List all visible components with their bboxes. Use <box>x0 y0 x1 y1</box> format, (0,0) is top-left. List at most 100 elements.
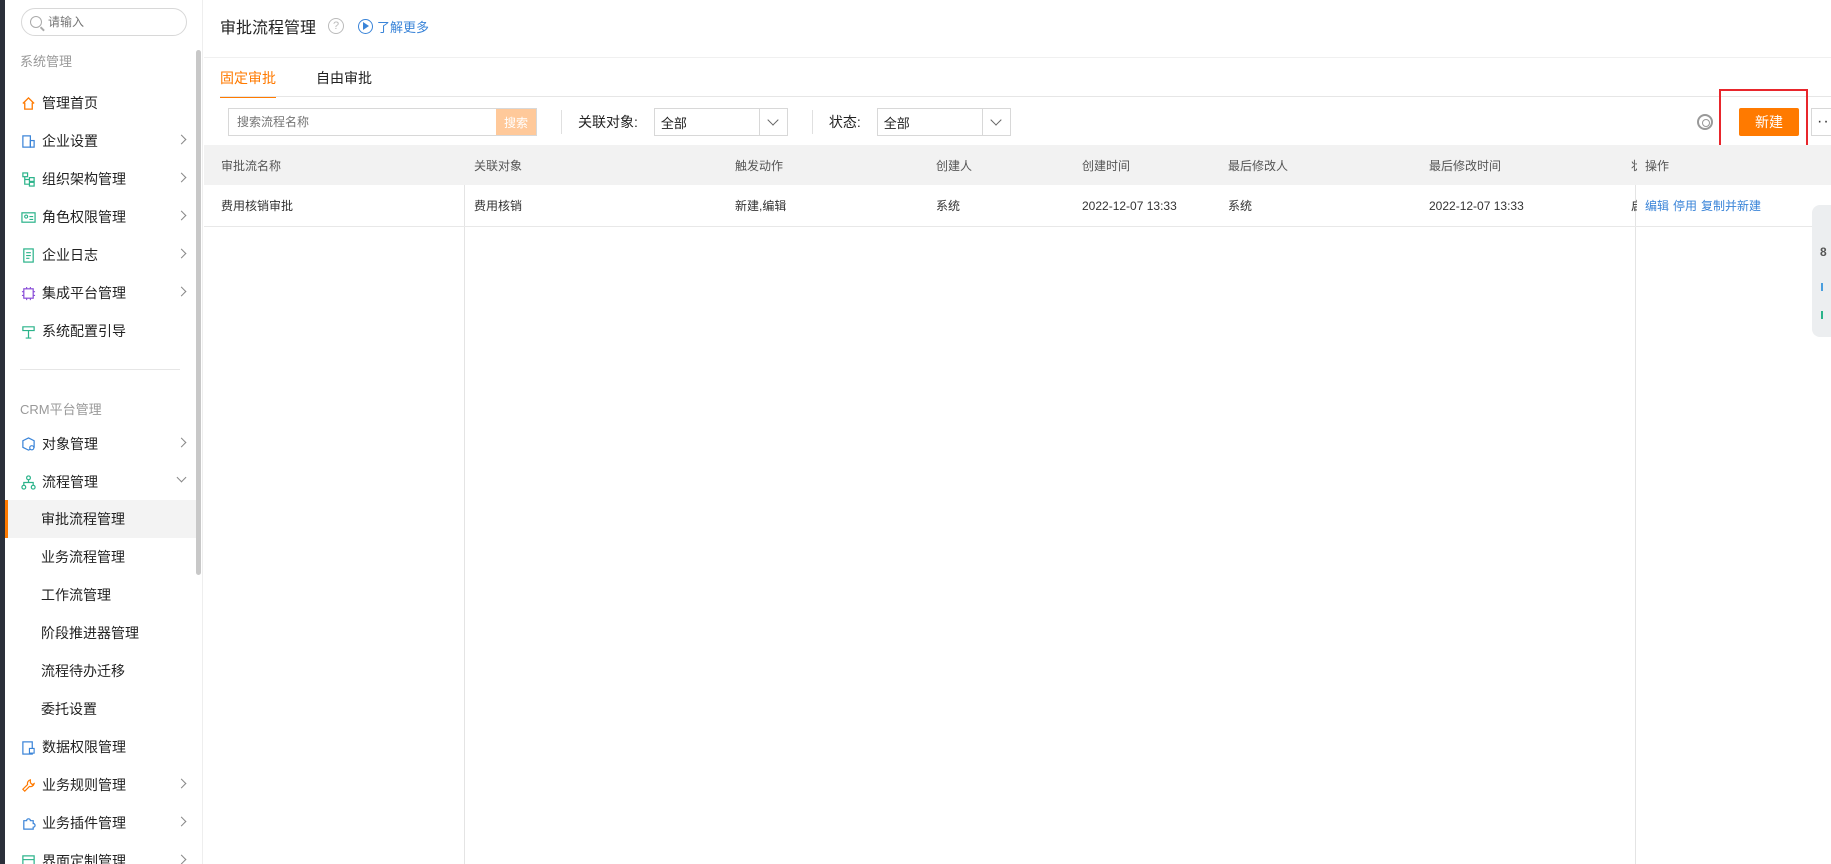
tabs-divider <box>220 96 1831 97</box>
floating-side-panel[interactable]: 8 <box>1812 205 1831 337</box>
sidebar-item-label: 集成平台管理 <box>42 285 126 301</box>
sidebar-item-flow-mgmt[interactable]: 流程管理 <box>5 463 197 501</box>
layout-icon <box>20 853 36 864</box>
sidebar-item-plugins[interactable]: 业务插件管理 <box>5 804 197 842</box>
cell-creator: 系统 <box>936 199 961 213</box>
col-header-name: 审批流名称 <box>221 158 282 173</box>
sidebar-item-config-guide[interactable]: 系统配置引导 <box>5 312 197 350</box>
sidebar-item-business-rules[interactable]: 业务规则管理 <box>5 766 197 804</box>
wrench-icon <box>20 777 36 793</box>
sidebar-item-org[interactable]: 组织架构管理 <box>5 160 197 198</box>
status-select[interactable]: 全部 <box>876 108 1011 136</box>
chevron-right-icon <box>176 134 187 145</box>
float-panel-marker <box>1821 283 1823 291</box>
sidebar-item-roles[interactable]: 角色权限管理 <box>5 198 197 236</box>
page-title: 审批流程管理 <box>220 20 317 37</box>
building-icon <box>20 133 36 149</box>
chevron-down-icon <box>758 109 787 135</box>
gear-icon[interactable] <box>1697 114 1713 130</box>
sidebar-item-delegation[interactable]: 委托设置 <box>5 690 197 728</box>
col-header-creator: 创建人 <box>936 158 973 173</box>
cell-object: 费用核销 <box>474 199 523 213</box>
sidebar-item-label: 组织架构管理 <box>42 171 126 187</box>
sidebar-search[interactable] <box>21 8 187 36</box>
home-icon <box>20 95 36 111</box>
chevron-down-icon <box>981 109 1010 135</box>
approval-flow-table: 审批流名称 关联对象 触发动作 创建人 创建时间 最后修改人 最后修改时间 状 … <box>204 145 1831 227</box>
search-icon <box>30 16 42 28</box>
col-header-modified: 最后修改时间 <box>1429 158 1502 173</box>
sidebar-item-approval-flow[interactable]: 审批流程管理 <box>5 500 197 538</box>
cell-status: 启 <box>1631 197 1637 214</box>
toolbar-divider <box>811 110 813 134</box>
edit-link[interactable]: 编辑 <box>1645 199 1669 213</box>
table-row: 费用核销审批 费用核销 新建,编辑 系统 2022-12-07 13:33 系统… <box>204 185 1831 227</box>
sidebar-item-label: 阶段推进器管理 <box>41 625 139 641</box>
help-icon[interactable]: ? <box>328 18 345 34</box>
sidebar-item-label: 角色权限管理 <box>42 209 126 225</box>
status-label: 状态: <box>828 114 861 130</box>
tab-free-approval[interactable]: 自由审批 <box>316 68 372 98</box>
sidebar-item-ui-custom[interactable]: 界面定制管理 <box>5 842 197 864</box>
chevron-right-icon <box>176 854 187 864</box>
search-button[interactable]: 搜索 <box>496 109 536 135</box>
chevron-right-icon <box>176 210 187 221</box>
sidebar-search-input[interactable] <box>48 15 168 29</box>
col-header-trigger: 触发动作 <box>735 158 784 173</box>
col-header-created: 创建时间 <box>1082 158 1131 173</box>
sidebar-item-integration[interactable]: 集成平台管理 <box>5 274 197 312</box>
signpost-icon <box>20 323 36 339</box>
sidebar-item-workflow[interactable]: 工作流管理 <box>5 576 197 614</box>
learn-more-label: 了解更多 <box>377 19 430 35</box>
sidebar-item-data-permission[interactable]: 数据权限管理 <box>5 728 197 766</box>
sidebar-item-enterprise-log[interactable]: 企业日志 <box>5 236 197 274</box>
sidebar-item-label: 界面定制管理 <box>42 853 126 864</box>
puzzle-icon <box>20 815 36 831</box>
sidebar-item-business-flow[interactable]: 业务流程管理 <box>5 538 197 576</box>
tab-fixed-approval[interactable]: 固定审批 <box>220 68 276 98</box>
chevron-right-icon <box>176 437 187 448</box>
cell-name: 费用核销审批 <box>221 199 294 213</box>
sidebar-item-label: 企业日志 <box>42 247 98 263</box>
main-content: 审批流程管理 ? 了解更多 固定审批 自由审批 搜索 关联对象: 全部 状态: … <box>204 0 1831 864</box>
sidebar-item-label: 数据权限管理 <box>42 739 126 755</box>
sidebar-item-label: 工作流管理 <box>41 587 111 603</box>
chevron-right-icon <box>176 778 187 789</box>
sidebar-item-label: 系统配置引导 <box>42 323 126 339</box>
related-object-label: 关联对象: <box>578 114 638 130</box>
sidebar-divider <box>20 369 180 370</box>
flow-search-input[interactable] <box>229 109 496 135</box>
col-header-status: 状 <box>1631 157 1637 174</box>
chevron-right-icon <box>176 816 187 827</box>
id-card-icon <box>20 209 36 225</box>
disable-link[interactable]: 停用 <box>1673 199 1697 213</box>
more-button[interactable]: ··· <box>1811 108 1831 136</box>
col-header-ops: 操作 <box>1645 158 1670 173</box>
section-title-system: 系统管理 <box>20 54 73 69</box>
related-object-select[interactable]: 全部 <box>653 108 788 136</box>
sidebar-item-home[interactable]: 管理首页 <box>5 84 197 122</box>
sidebar-item-todo-migration[interactable]: 流程待办迁移 <box>5 652 197 690</box>
chip-icon <box>20 285 36 301</box>
tabs: 固定审批 自由审批 <box>220 68 412 98</box>
sidebar-scrollbar[interactable] <box>196 50 201 575</box>
sidebar-item-label: 业务流程管理 <box>41 549 125 565</box>
toolbar: 搜索 关联对象: 全部 状态: 全部 <box>228 108 1011 136</box>
column-divider <box>1635 145 1636 864</box>
col-header-object: 关联对象 <box>474 158 523 173</box>
section-title-crm: CRM平台管理 <box>20 402 102 417</box>
sidebar-item-stage-advancer[interactable]: 阶段推进器管理 <box>5 614 197 652</box>
col-header-modifier: 最后修改人 <box>1228 158 1289 173</box>
sidebar-item-object-mgmt[interactable]: 对象管理 <box>5 425 197 463</box>
toolbar-divider <box>561 110 562 134</box>
sidebar-item-label: 企业设置 <box>42 133 98 149</box>
cell-modifier: 系统 <box>1228 199 1253 213</box>
sidebar-item-enterprise-settings[interactable]: 企业设置 <box>5 122 197 160</box>
sidebar: 系统管理 管理首页 企业设置 组织架构管理 角色权限管理 企业日志 集成平台管理… <box>0 0 203 864</box>
related-object-value: 全部 <box>660 115 687 131</box>
cell-trigger: 新建,编辑 <box>735 199 787 213</box>
copy-new-link[interactable]: 复制并新建 <box>1701 199 1761 213</box>
document-icon <box>20 247 36 263</box>
learn-more-link[interactable]: 了解更多 <box>358 17 429 36</box>
sidebar-item-label: 管理首页 <box>42 95 98 111</box>
